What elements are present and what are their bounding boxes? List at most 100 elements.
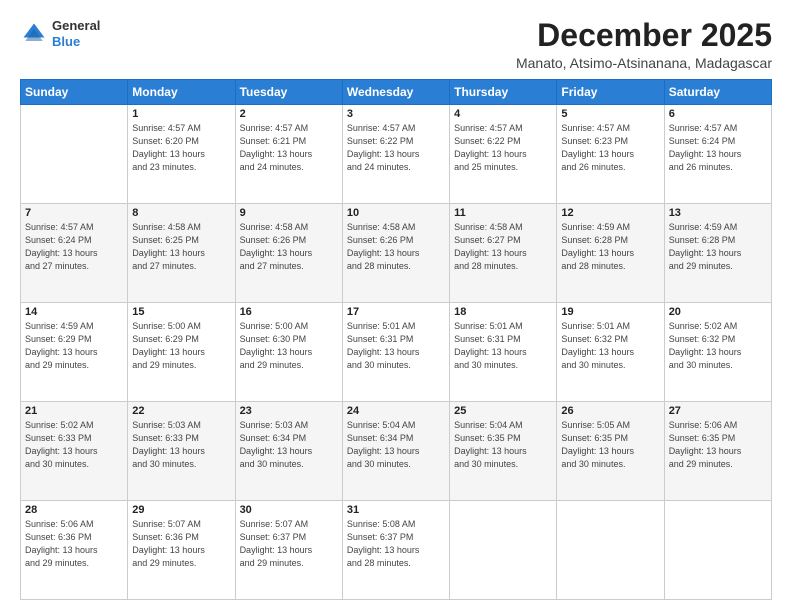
logo-text: General Blue — [52, 18, 100, 49]
day-info: Sunrise: 5:08 AMSunset: 6:37 PMDaylight:… — [347, 518, 445, 570]
day-info: Sunrise: 5:07 AMSunset: 6:36 PMDaylight:… — [132, 518, 230, 570]
day-number: 6 — [669, 108, 767, 120]
table-row: 2 Sunrise: 4:57 AMSunset: 6:21 PMDaylight… — [235, 105, 342, 204]
day-number: 20 — [669, 306, 767, 318]
day-info: Sunrise: 4:58 AMSunset: 6:25 PMDaylight:… — [132, 221, 230, 273]
day-number: 29 — [132, 504, 230, 516]
day-number: 14 — [25, 306, 123, 318]
table-row: 24 Sunrise: 5:04 AMSunset: 6:34 PMDayligh… — [342, 402, 449, 501]
table-row: 31 Sunrise: 5:08 AMSunset: 6:37 PMDayligh… — [342, 501, 449, 600]
day-info: Sunrise: 4:58 AMSunset: 6:27 PMDaylight:… — [454, 221, 552, 273]
day-info: Sunrise: 4:59 AMSunset: 6:28 PMDaylight:… — [669, 221, 767, 273]
table-row: 30 Sunrise: 5:07 AMSunset: 6:37 PMDayligh… — [235, 501, 342, 600]
calendar-header-row: Sunday Monday Tuesday Wednesday Thursday… — [21, 80, 772, 105]
logo-blue: Blue — [52, 34, 80, 49]
col-thursday: Thursday — [450, 80, 557, 105]
table-row — [664, 501, 771, 600]
day-number: 13 — [669, 207, 767, 219]
table-row: 6 Sunrise: 4:57 AMSunset: 6:24 PMDaylight… — [664, 105, 771, 204]
day-info: Sunrise: 5:03 AMSunset: 6:34 PMDaylight:… — [240, 419, 338, 471]
logo-icon — [20, 20, 48, 48]
day-number: 15 — [132, 306, 230, 318]
table-row: 10Sunrise: 4:58 AMSunset: 6:26 PMDayligh… — [342, 204, 449, 303]
day-number: 17 — [347, 306, 445, 318]
table-row: 1Sunrise: 4:57 AMSunset: 6:20 PMDaylight… — [128, 105, 235, 204]
table-row: 29 Sunrise: 5:07 AMSunset: 6:36 PMDayligh… — [128, 501, 235, 600]
day-number: 2 — [240, 108, 338, 120]
day-info: Sunrise: 4:58 AMSunset: 6:26 PMDaylight:… — [240, 221, 338, 273]
table-row: 22 Sunrise: 5:03 AMSunset: 6:33 PMDayligh… — [128, 402, 235, 501]
title-block: December 2025 Manato, Atsimo-Atsinanana,… — [516, 18, 772, 71]
day-info: Sunrise: 5:01 AMSunset: 6:31 PMDaylight:… — [454, 320, 552, 372]
calendar-week-row: 14 Sunrise: 4:59 AMSunset: 6:29 PMDayligh… — [21, 303, 772, 402]
table-row: 20 Sunrise: 5:02 AMSunset: 6:32 PMDayligh… — [664, 303, 771, 402]
day-number: 10 — [347, 207, 445, 219]
day-info: Sunrise: 4:59 AMSunset: 6:28 PMDaylight:… — [561, 221, 659, 273]
day-number: 19 — [561, 306, 659, 318]
day-info: Sunrise: 5:02 AMSunset: 6:33 PMDaylight:… — [25, 419, 123, 471]
day-number: 31 — [347, 504, 445, 516]
table-row: 17Sunrise: 5:01 AMSunset: 6:31 PMDayligh… — [342, 303, 449, 402]
day-info: Sunrise: 5:04 AMSunset: 6:35 PMDaylight:… — [454, 419, 552, 471]
day-info: Sunrise: 4:59 AMSunset: 6:29 PMDaylight:… — [25, 320, 123, 372]
header: General Blue December 2025 Manato, Atsim… — [20, 18, 772, 71]
col-wednesday: Wednesday — [342, 80, 449, 105]
day-info: Sunrise: 4:57 AMSunset: 6:22 PMDaylight:… — [347, 122, 445, 174]
table-row: 19Sunrise: 5:01 AMSunset: 6:32 PMDayligh… — [557, 303, 664, 402]
col-saturday: Saturday — [664, 80, 771, 105]
day-info: Sunrise: 4:57 AMSunset: 6:24 PMDaylight:… — [25, 221, 123, 273]
table-row: 12Sunrise: 4:59 AMSunset: 6:28 PMDayligh… — [557, 204, 664, 303]
col-monday: Monday — [128, 80, 235, 105]
table-row: 23 Sunrise: 5:03 AMSunset: 6:34 PMDayligh… — [235, 402, 342, 501]
table-row: 5Sunrise: 4:57 AMSunset: 6:23 PMDaylight… — [557, 105, 664, 204]
day-number: 26 — [561, 405, 659, 417]
day-info: Sunrise: 4:57 AMSunset: 6:23 PMDaylight:… — [561, 122, 659, 174]
day-number: 25 — [454, 405, 552, 417]
logo-general: General — [52, 18, 100, 33]
table-row: 7 Sunrise: 4:57 AMSunset: 6:24 PMDaylight… — [21, 204, 128, 303]
table-row: 11 Sunrise: 4:58 AMSunset: 6:27 PMDayligh… — [450, 204, 557, 303]
calendar-week-row: 7 Sunrise: 4:57 AMSunset: 6:24 PMDaylight… — [21, 204, 772, 303]
calendar-table: Sunday Monday Tuesday Wednesday Thursday… — [20, 79, 772, 600]
day-number: 23 — [240, 405, 338, 417]
day-number: 16 — [240, 306, 338, 318]
day-number: 24 — [347, 405, 445, 417]
day-number: 30 — [240, 504, 338, 516]
day-info: Sunrise: 5:02 AMSunset: 6:32 PMDaylight:… — [669, 320, 767, 372]
table-row: 14 Sunrise: 4:59 AMSunset: 6:29 PMDayligh… — [21, 303, 128, 402]
table-row: 28 Sunrise: 5:06 AMSunset: 6:36 PMDayligh… — [21, 501, 128, 600]
table-row: 21Sunrise: 5:02 AMSunset: 6:33 PMDayligh… — [21, 402, 128, 501]
table-row: 27Sunrise: 5:06 AMSunset: 6:35 PMDayligh… — [664, 402, 771, 501]
day-info: Sunrise: 5:07 AMSunset: 6:37 PMDaylight:… — [240, 518, 338, 570]
day-number: 3 — [347, 108, 445, 120]
day-number: 1 — [132, 108, 230, 120]
month-title: December 2025 — [516, 18, 772, 53]
table-row: 8Sunrise: 4:58 AMSunset: 6:25 PMDaylight… — [128, 204, 235, 303]
table-row: 25 Sunrise: 5:04 AMSunset: 6:35 PMDayligh… — [450, 402, 557, 501]
location-subtitle: Manato, Atsimo-Atsinanana, Madagascar — [516, 55, 772, 71]
day-info: Sunrise: 5:04 AMSunset: 6:34 PMDaylight:… — [347, 419, 445, 471]
table-row — [557, 501, 664, 600]
table-row: 18Sunrise: 5:01 AMSunset: 6:31 PMDayligh… — [450, 303, 557, 402]
day-number: 4 — [454, 108, 552, 120]
col-tuesday: Tuesday — [235, 80, 342, 105]
day-number: 7 — [25, 207, 123, 219]
day-info: Sunrise: 5:05 AMSunset: 6:35 PMDaylight:… — [561, 419, 659, 471]
calendar-week-row: 28 Sunrise: 5:06 AMSunset: 6:36 PMDayligh… — [21, 501, 772, 600]
table-row: 3 Sunrise: 4:57 AMSunset: 6:22 PMDaylight… — [342, 105, 449, 204]
table-row — [21, 105, 128, 204]
day-number: 22 — [132, 405, 230, 417]
day-info: Sunrise: 4:57 AMSunset: 6:22 PMDaylight:… — [454, 122, 552, 174]
logo: General Blue — [20, 18, 100, 49]
day-info: Sunrise: 4:57 AMSunset: 6:21 PMDaylight:… — [240, 122, 338, 174]
day-info: Sunrise: 5:00 AMSunset: 6:29 PMDaylight:… — [132, 320, 230, 372]
day-number: 9 — [240, 207, 338, 219]
day-info: Sunrise: 5:00 AMSunset: 6:30 PMDaylight:… — [240, 320, 338, 372]
day-number: 11 — [454, 207, 552, 219]
table-row: 9 Sunrise: 4:58 AMSunset: 6:26 PMDaylight… — [235, 204, 342, 303]
day-info: Sunrise: 4:57 AMSunset: 6:24 PMDaylight:… — [669, 122, 767, 174]
day-info: Sunrise: 5:06 AMSunset: 6:36 PMDaylight:… — [25, 518, 123, 570]
table-row: 13 Sunrise: 4:59 AMSunset: 6:28 PMDayligh… — [664, 204, 771, 303]
day-info: Sunrise: 5:03 AMSunset: 6:33 PMDaylight:… — [132, 419, 230, 471]
day-number: 28 — [25, 504, 123, 516]
